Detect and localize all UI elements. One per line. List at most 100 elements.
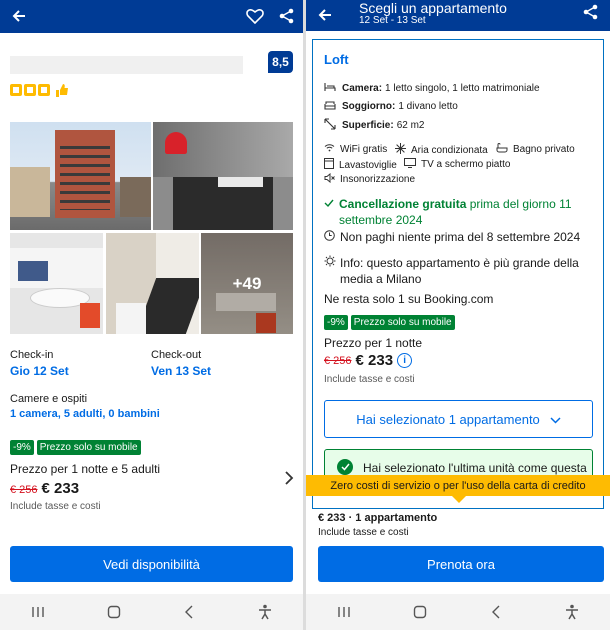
- photo-more[interactable]: +49: [201, 233, 293, 334]
- price-for-text: Prezzo per 1 notte e 5 adulti: [10, 462, 161, 476]
- property-panel: 8,5 +49 Check-in Gio 12 Set Check-out Ve…: [0, 0, 303, 630]
- rating-square-icon: [24, 84, 36, 96]
- no-prepayment: Non paghi niente prima del 8 settembre 2…: [324, 230, 580, 244]
- page-dates: 12 Set - 13 Set: [359, 15, 426, 26]
- availability-notice: Ne resta solo 1 su Booking.com: [324, 292, 494, 306]
- checkin-date[interactable]: Gio 12 Set: [10, 364, 69, 378]
- home-icon[interactable]: [102, 600, 126, 624]
- free-cancellation: Cancellazione gratuita prima del giorno …: [324, 196, 586, 228]
- facility-label: TV a schermo piatto: [421, 159, 511, 170]
- area-icon: [324, 118, 336, 133]
- chevron-right-icon[interactable]: [284, 471, 294, 490]
- price-row: € 256 € 233 i: [324, 352, 413, 369]
- soundproof-icon: [324, 172, 335, 186]
- rating-squares: [10, 84, 69, 102]
- photo-living[interactable]: [10, 233, 103, 334]
- accessibility-icon[interactable]: [253, 600, 277, 624]
- android-nav-bar: [306, 594, 610, 630]
- home-icon[interactable]: [408, 600, 432, 624]
- beds-row: Camera: 1 letto singolo, 1 letto matrimo…: [324, 82, 540, 95]
- back-arrow-icon[interactable]: [314, 4, 336, 26]
- photo-reception[interactable]: [153, 122, 293, 230]
- back-arrow-icon[interactable]: [8, 5, 30, 27]
- area-label: Superficie:: [342, 120, 394, 131]
- rooms-guests-value[interactable]: 1 camera, 5 adulti, 0 bambini: [10, 408, 160, 420]
- rooms-guests-label: Camere e ospiti: [10, 393, 88, 405]
- top-bar: Scegli un appartamento 12 Set - 13 Set: [306, 0, 610, 31]
- selected-rooms-dropdown[interactable]: Hai selezionato 1 appartamento: [324, 400, 593, 438]
- more-photos-count: +49: [201, 233, 293, 334]
- facility-label: Lavastoviglie: [339, 159, 397, 171]
- android-nav-bar: [0, 594, 303, 630]
- chevron-down-icon: [550, 412, 561, 427]
- mobile-price-badge: Prezzo solo su mobile: [350, 315, 455, 330]
- beds-value: 1 letto singolo, 1 letto matrimoniale: [385, 83, 540, 94]
- photo-bedroom[interactable]: [106, 233, 199, 334]
- current-price: € 233: [355, 352, 394, 369]
- wifi-icon: [324, 143, 335, 155]
- top-bar: [0, 0, 303, 33]
- checkin-label: Check-in: [10, 349, 54, 361]
- property-name-placeholder: [10, 56, 243, 74]
- rating-square-icon: [38, 84, 50, 96]
- old-price: € 256: [10, 484, 38, 496]
- review-score-badge[interactable]: 8,5: [268, 51, 293, 73]
- back-nav-icon[interactable]: [177, 600, 201, 624]
- accessibility-icon[interactable]: [560, 600, 584, 624]
- checkmark-icon: [324, 196, 334, 212]
- taxes-note: Include tasse e costi: [10, 501, 101, 512]
- back-nav-icon[interactable]: [484, 600, 508, 624]
- facility-bathroom: Bagno privato: [496, 143, 575, 156]
- deal-badges: -9% Prezzo solo su mobile: [10, 440, 141, 455]
- facility-label: Aria condizionata: [411, 144, 488, 156]
- price-for-text: Prezzo per 1 notte: [324, 336, 423, 350]
- facility-soundproof: Insonorizzazione: [324, 172, 415, 186]
- share-icon[interactable]: [580, 1, 602, 23]
- checkout-label: Check-out: [151, 349, 202, 361]
- heart-icon[interactable]: [244, 5, 266, 27]
- see-availability-button[interactable]: Vedi disponibilità: [10, 546, 293, 582]
- room-info: Info: questo appartamento è più grande d…: [324, 255, 586, 287]
- photo-building[interactable]: [10, 122, 151, 230]
- facility-aircon: Aria condizionata: [395, 143, 488, 157]
- checkout-date[interactable]: Ven 13 Set: [151, 364, 211, 378]
- bed-icon: [324, 82, 336, 95]
- facility-tv: TV a schermo piatto: [404, 158, 510, 171]
- thumbs-up-icon: [55, 84, 69, 102]
- room-name[interactable]: Loft: [324, 52, 349, 67]
- area-value: 62 m2: [396, 120, 425, 131]
- facility-label: WiFi gratis: [340, 143, 388, 155]
- share-icon[interactable]: [276, 5, 298, 27]
- discount-badge: -9%: [324, 315, 348, 330]
- book-now-button[interactable]: Prenota ora: [318, 546, 604, 582]
- living-value: 1 divano letto: [398, 101, 458, 112]
- living-row: Soggiorno: 1 divano letto: [324, 100, 458, 113]
- cancellation-bold: Cancellazione gratuita: [339, 197, 467, 211]
- mobile-price-badge: Prezzo solo su mobile: [36, 440, 141, 455]
- info-text: Info: questo appartamento è più grande d…: [340, 256, 579, 286]
- info-icon[interactable]: i: [397, 353, 413, 368]
- no-prepayment-text: Non paghi niente prima del 8 settembre 2…: [340, 230, 581, 244]
- sofa-icon: [324, 100, 336, 113]
- recent-apps-icon[interactable]: [332, 600, 356, 624]
- taxes-note: Include tasse e costi: [324, 374, 415, 385]
- tooltip-arrow: [452, 496, 466, 503]
- facility-wifi: WiFi gratis: [324, 143, 387, 155]
- fees-tooltip-banner: Zero costi di servizio o per l'uso della…: [306, 475, 610, 496]
- snowflake-icon: [395, 143, 406, 157]
- recent-apps-icon[interactable]: [26, 600, 50, 624]
- old-price: € 256: [324, 354, 352, 367]
- dishwasher-icon: [324, 158, 334, 172]
- rating-square-icon: [10, 84, 22, 96]
- clock-icon: [324, 230, 335, 244]
- bathtub-icon: [496, 143, 508, 156]
- current-price: € 233: [41, 480, 80, 497]
- facility-label: Bagno privato: [513, 144, 575, 155]
- deal-badges: -9% Prezzo solo su mobile: [324, 315, 455, 330]
- page-title: Scegli un appartamento: [359, 0, 507, 16]
- summary-taxes: Include tasse e costi: [318, 527, 409, 538]
- room-selection-panel: Scegli un appartamento 12 Set - 13 Set L…: [306, 0, 610, 630]
- price-row: € 256 € 233: [10, 480, 79, 497]
- area-row: Superficie: 62 m2: [324, 118, 424, 133]
- facility-dishwasher: Lavastoviglie: [324, 158, 397, 172]
